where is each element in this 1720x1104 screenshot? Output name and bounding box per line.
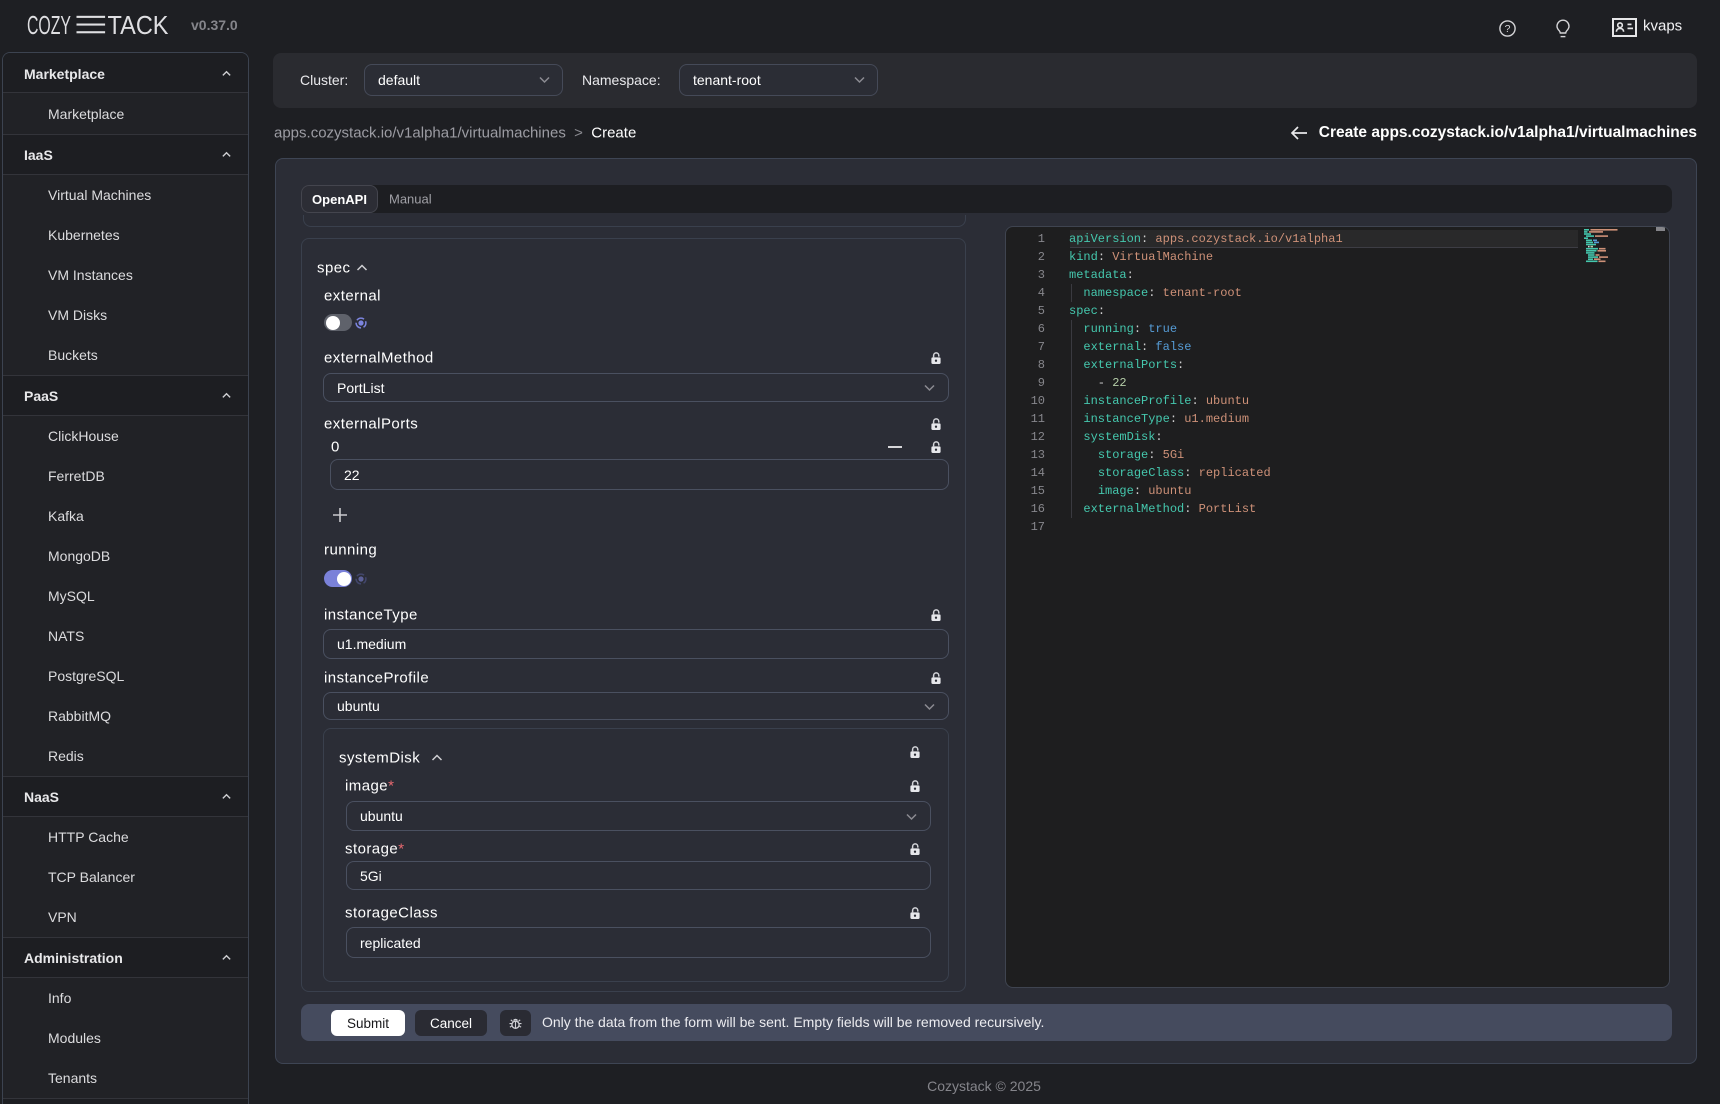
svg-text:?: ? (1505, 23, 1511, 35)
svg-text:COZY: COZY (27, 10, 71, 40)
svg-text:TACK: TACK (108, 10, 170, 40)
